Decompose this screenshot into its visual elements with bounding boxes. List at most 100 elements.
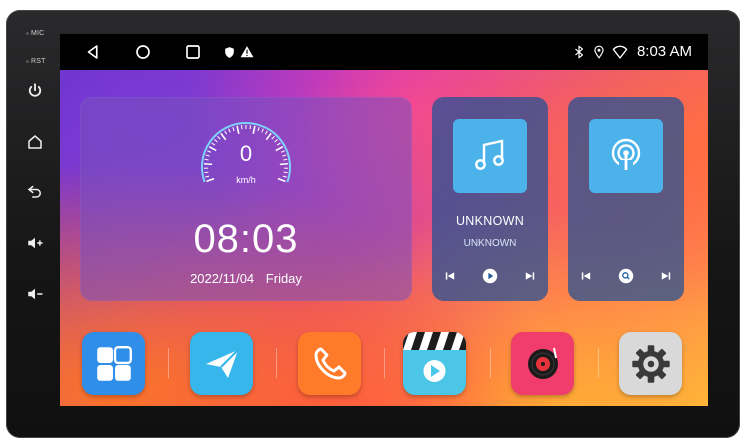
search-icon xyxy=(618,268,634,284)
volume-up-button[interactable] xyxy=(24,232,46,254)
phone-icon xyxy=(314,347,346,379)
music-next-button[interactable] xyxy=(521,267,539,285)
status-bar: 8:03 AM xyxy=(60,34,708,70)
vinyl-icon xyxy=(527,347,558,379)
power-button[interactable] xyxy=(24,80,46,102)
mic-label: MIC xyxy=(26,30,44,37)
grid-icon xyxy=(96,345,132,381)
nav-home-button[interactable] xyxy=(133,42,153,62)
radio-widget[interactable] xyxy=(568,97,684,301)
app-dock xyxy=(60,324,708,406)
widget-date: 2022/11/04 Friday xyxy=(80,271,412,286)
status-clock: 8:03 AM xyxy=(636,43,692,60)
gauge-tick xyxy=(208,146,217,152)
music-note-icon xyxy=(475,139,504,170)
play-icon xyxy=(482,268,498,284)
gauge-tick xyxy=(282,175,287,178)
bluetooth-icon xyxy=(572,44,586,60)
music-app-button[interactable] xyxy=(511,332,574,395)
warning-icon xyxy=(240,44,254,60)
gauge-tick xyxy=(275,146,284,152)
music-previous-button[interactable] xyxy=(441,267,459,285)
gauge-tick xyxy=(214,139,218,143)
dock-divider xyxy=(598,348,599,378)
shield-icon xyxy=(223,44,236,60)
volume-down-button[interactable] xyxy=(24,283,46,305)
gauge-tick xyxy=(280,150,285,153)
radio-broadcast-icon xyxy=(611,138,641,170)
speedometer-clock-widget[interactable]: 0 km/h 08:03 2022/11/04 Friday xyxy=(80,97,412,301)
date-text: 2022/11/04 xyxy=(190,271,255,286)
gauge-tick xyxy=(261,128,264,133)
track-artist: UNKNOWN xyxy=(463,238,517,249)
gauge-tick xyxy=(264,130,268,135)
gauge-tick xyxy=(204,162,213,166)
clapperboard-icon xyxy=(403,332,466,382)
wifi-icon xyxy=(612,44,628,60)
gauge-tick xyxy=(271,135,275,140)
music-artwork[interactable] xyxy=(447,119,533,193)
radio-previous-button[interactable] xyxy=(577,267,595,285)
radio-artwork[interactable] xyxy=(583,119,669,193)
speed-unit: km/h xyxy=(236,175,256,185)
gauge-tick xyxy=(279,162,288,166)
gauge-tick xyxy=(283,171,288,174)
music-play-button[interactable] xyxy=(481,267,499,285)
gauge-tick xyxy=(282,154,287,157)
back-icon xyxy=(27,185,41,198)
gauge-tick xyxy=(205,175,210,178)
side-back-button[interactable] xyxy=(24,180,46,202)
next-icon xyxy=(525,272,535,280)
reset-label: RST xyxy=(26,58,46,65)
radio-search-button[interactable] xyxy=(617,267,635,285)
gauge-tick xyxy=(206,177,215,183)
gauge-tick xyxy=(232,126,235,132)
gauge-tick xyxy=(224,130,228,135)
gauge-tick xyxy=(276,142,281,146)
settings-app-button[interactable] xyxy=(619,332,682,395)
video-app-button[interactable] xyxy=(403,332,466,395)
gear-icon xyxy=(631,344,670,383)
gauge-tick xyxy=(205,154,210,157)
power-icon xyxy=(28,83,42,97)
dock-divider xyxy=(490,348,491,378)
gauge-tick xyxy=(204,158,209,161)
gauge-tick xyxy=(265,132,272,141)
volume-down-icon xyxy=(28,288,43,300)
gauge-tick xyxy=(252,125,256,134)
previous-icon xyxy=(445,272,455,280)
dock-divider xyxy=(168,348,169,378)
widget-time: 08:03 xyxy=(193,217,299,261)
phone-app-button[interactable] xyxy=(298,332,361,395)
gauge-tick xyxy=(207,150,212,153)
speed-value: 0 xyxy=(239,141,253,166)
previous-icon xyxy=(581,272,591,280)
next-icon xyxy=(661,272,671,280)
volume-up-icon xyxy=(28,237,43,249)
dock-divider xyxy=(384,348,385,378)
weekday-text: Friday xyxy=(265,271,302,286)
gauge-tick xyxy=(228,128,231,133)
navigation-app-button[interactable] xyxy=(190,332,253,395)
gauge-tick xyxy=(204,171,209,174)
gauge-tick xyxy=(274,139,278,143)
recents-icon xyxy=(186,45,200,59)
gauge-tick xyxy=(283,158,288,161)
gauge-tick xyxy=(217,135,221,140)
side-home-button[interactable] xyxy=(24,131,46,153)
touch-screen: 8:03 AM 0 km/h 08:03 2022/11/04 Friday U… xyxy=(60,34,708,406)
app-drawer-button[interactable] xyxy=(82,332,145,395)
back-icon xyxy=(87,45,98,59)
nav-back-button[interactable] xyxy=(83,42,103,62)
location-icon xyxy=(592,44,606,60)
dock-divider xyxy=(276,348,277,378)
music-player-widget[interactable]: UNKNOWN UNKNOWN xyxy=(432,97,548,301)
gauge-tick xyxy=(257,126,260,132)
paper-plane-icon xyxy=(205,348,239,378)
gauge-tick xyxy=(277,177,286,183)
nav-recents-button[interactable] xyxy=(183,42,203,62)
home-icon xyxy=(136,45,150,59)
track-title: UNKNOWN xyxy=(455,214,525,228)
home-icon xyxy=(28,135,42,149)
radio-next-button[interactable] xyxy=(657,267,675,285)
